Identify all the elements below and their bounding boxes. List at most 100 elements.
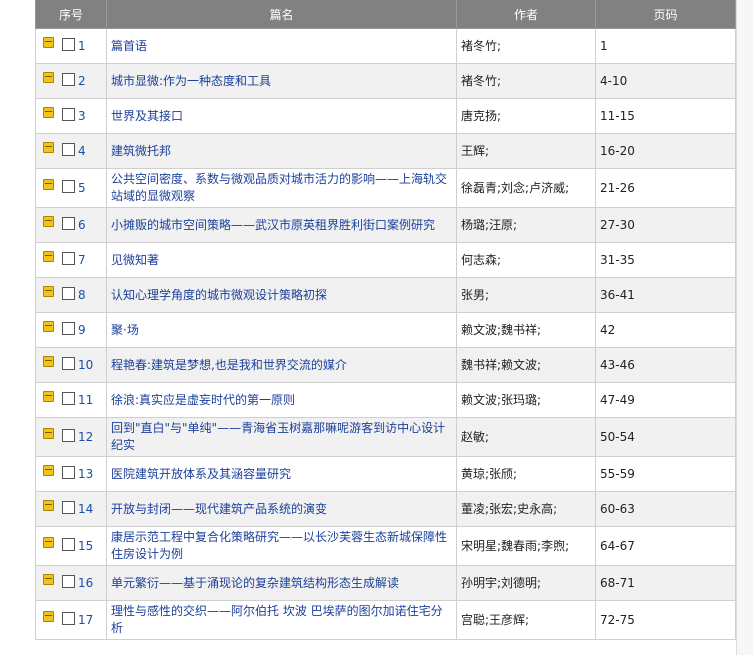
row-number-cell: 11 [35, 382, 107, 418]
row-select-checkbox[interactable] [62, 538, 75, 551]
article-title-link[interactable]: 世界及其接口 [111, 109, 183, 123]
pages-cell: 31-35 [595, 242, 736, 278]
row-select-checkbox[interactable] [62, 466, 75, 479]
row-number: 3 [78, 109, 86, 123]
article-title-link[interactable]: 公共空间密度、系数与微观品质对城市活力的影响——上海轨交站域的显微观察 [111, 172, 447, 203]
author-cell: 孙明宇;刘德明; [456, 565, 596, 601]
row-number: 12 [78, 430, 94, 444]
article-title-link[interactable]: 建筑微托邦 [111, 144, 171, 158]
title-cell: 认知心理学角度的城市微观设计策略初探 [106, 277, 457, 313]
pages-cell: 16-20 [595, 133, 736, 169]
toc-table: 序号 篇名 作者 页码 1 篇首语 褚冬竹; 1 2 城市显微:作为一种态度和工具 褚冬竹;… [35, 0, 736, 640]
article-title-link[interactable]: 城市显微:作为一种态度和工具 [111, 74, 271, 88]
row-number: 17 [78, 613, 94, 627]
document-icon[interactable] [43, 321, 54, 332]
article-title-link[interactable]: 见微知著 [111, 253, 159, 267]
title-cell: 城市显微:作为一种态度和工具 [106, 63, 457, 99]
row-number: 4 [78, 144, 86, 158]
row-select-checkbox[interactable] [62, 252, 75, 265]
document-icon[interactable] [43, 142, 54, 153]
row-number-cell: 6 [35, 207, 107, 243]
title-cell: 程艳春:建筑是梦想,也是我和世界交流的媒介 [106, 347, 457, 383]
author-cell: 徐磊青;刘念;卢济威; [456, 168, 596, 208]
row-select-checkbox[interactable] [62, 501, 75, 514]
row-select-checkbox[interactable] [62, 287, 75, 300]
table-header-row: 序号 篇名 作者 页码 [35, 0, 736, 29]
row-select-checkbox[interactable] [62, 429, 75, 442]
row-select-checkbox[interactable] [62, 73, 75, 86]
row-select-checkbox[interactable] [62, 108, 75, 121]
row-select-checkbox[interactable] [62, 392, 75, 405]
row-number-cell: 4 [35, 133, 107, 169]
row-select-checkbox[interactable] [62, 357, 75, 370]
title-cell: 康居示范工程中复合化策略研究——以长沙芙蓉生态新城保障性住房设计为例 [106, 526, 457, 566]
article-title-link[interactable]: 程艳春:建筑是梦想,也是我和世界交流的媒介 [111, 358, 347, 372]
author-cell: 黄琼;张颀; [456, 456, 596, 492]
row-number-cell: 15 [35, 526, 107, 566]
row-select-checkbox[interactable] [62, 217, 75, 230]
row-select-checkbox[interactable] [62, 322, 75, 335]
row-select-checkbox[interactable] [62, 38, 75, 51]
table-row: 1 篇首语 褚冬竹; 1 [35, 28, 736, 64]
title-cell: 公共空间密度、系数与微观品质对城市活力的影响——上海轨交站域的显微观察 [106, 168, 457, 208]
document-icon[interactable] [43, 465, 54, 476]
table-row: 11 徐浪:真实应是虚妄时代的第一原则 赖文波;张玛璐; 47-49 [35, 382, 736, 418]
pages-cell: 21-26 [595, 168, 736, 208]
document-icon[interactable] [43, 179, 54, 190]
row-number-cell: 7 [35, 242, 107, 278]
document-icon[interactable] [43, 500, 54, 511]
header-author: 作者 [456, 0, 596, 29]
author-cell: 褚冬竹; [456, 63, 596, 99]
article-title-link[interactable]: 单元繁衍——基于涌现论的复杂建筑结构形态生成解读 [111, 576, 399, 590]
document-icon[interactable] [43, 428, 54, 439]
document-icon[interactable] [43, 391, 54, 402]
pages-cell: 11-15 [595, 98, 736, 134]
title-cell: 理性与感性的交织——阿尔伯托 坎波 巴埃萨的图尔加诺住宅分析 [106, 600, 457, 640]
row-select-checkbox[interactable] [62, 180, 75, 193]
header-pages: 页码 [595, 0, 736, 29]
title-cell: 见微知著 [106, 242, 457, 278]
table-row: 14 开放与封闭——现代建筑产品系统的演变 董凌;张宏;史永高; 60-63 [35, 491, 736, 527]
row-number: 16 [78, 576, 94, 590]
pages-cell: 42 [595, 312, 736, 348]
document-icon[interactable] [43, 107, 54, 118]
table-row: 5 公共空间密度、系数与微观品质对城市活力的影响——上海轨交站域的显微观察 徐磊青;… [35, 168, 736, 208]
article-title-link[interactable]: 篇首语 [111, 39, 147, 53]
row-number: 11 [78, 393, 94, 407]
article-title-link[interactable]: 徐浪:真实应是虚妄时代的第一原则 [111, 393, 295, 407]
pages-cell: 43-46 [595, 347, 736, 383]
row-select-checkbox[interactable] [62, 575, 75, 588]
row-number-cell: 12 [35, 417, 107, 457]
document-icon[interactable] [43, 574, 54, 585]
row-number: 2 [78, 74, 86, 88]
pages-cell: 68-71 [595, 565, 736, 601]
document-icon[interactable] [43, 72, 54, 83]
scrollbar-edge[interactable] [736, 0, 753, 655]
title-cell: 徐浪:真实应是虚妄时代的第一原则 [106, 382, 457, 418]
document-icon[interactable] [43, 286, 54, 297]
article-title-link[interactable]: 回到"直白"与"单纯"——青海省玉树嘉那嘛呢游客到访中心设计纪实 [111, 421, 445, 452]
article-title-link[interactable]: 认知心理学角度的城市微观设计策略初探 [111, 288, 327, 302]
article-title-link[interactable]: 理性与感性的交织——阿尔伯托 坎波 巴埃萨的图尔加诺住宅分析 [111, 604, 443, 635]
row-number-cell: 2 [35, 63, 107, 99]
table-row: 12 回到"直白"与"单纯"——青海省玉树嘉那嘛呢游客到访中心设计纪实 赵敏; 50-… [35, 417, 736, 457]
document-icon[interactable] [43, 251, 54, 262]
document-icon[interactable] [43, 37, 54, 48]
article-title-link[interactable]: 医院建筑开放体系及其涵容量研究 [111, 467, 291, 481]
article-title-link[interactable]: 小摊贩的城市空间策略——武汉市原英租界胜利街口案例研究 [111, 218, 435, 232]
author-cell: 王辉; [456, 133, 596, 169]
article-title-link[interactable]: 康居示范工程中复合化策略研究——以长沙芙蓉生态新城保障性住房设计为例 [111, 530, 447, 561]
row-select-checkbox[interactable] [62, 612, 75, 625]
document-icon[interactable] [43, 216, 54, 227]
table-row: 3 世界及其接口 唐克扬; 11-15 [35, 98, 736, 134]
title-cell: 小摊贩的城市空间策略——武汉市原英租界胜利街口案例研究 [106, 207, 457, 243]
row-select-checkbox[interactable] [62, 143, 75, 156]
row-number: 9 [78, 323, 86, 337]
document-icon[interactable] [43, 611, 54, 622]
document-icon[interactable] [43, 537, 54, 548]
article-title-link[interactable]: 聚·场 [111, 323, 139, 337]
table-row: 9 聚·场 赖文波;魏书祥; 42 [35, 312, 736, 348]
article-title-link[interactable]: 开放与封闭——现代建筑产品系统的演变 [111, 502, 327, 516]
author-cell: 魏书祥;赖文波; [456, 347, 596, 383]
document-icon[interactable] [43, 356, 54, 367]
